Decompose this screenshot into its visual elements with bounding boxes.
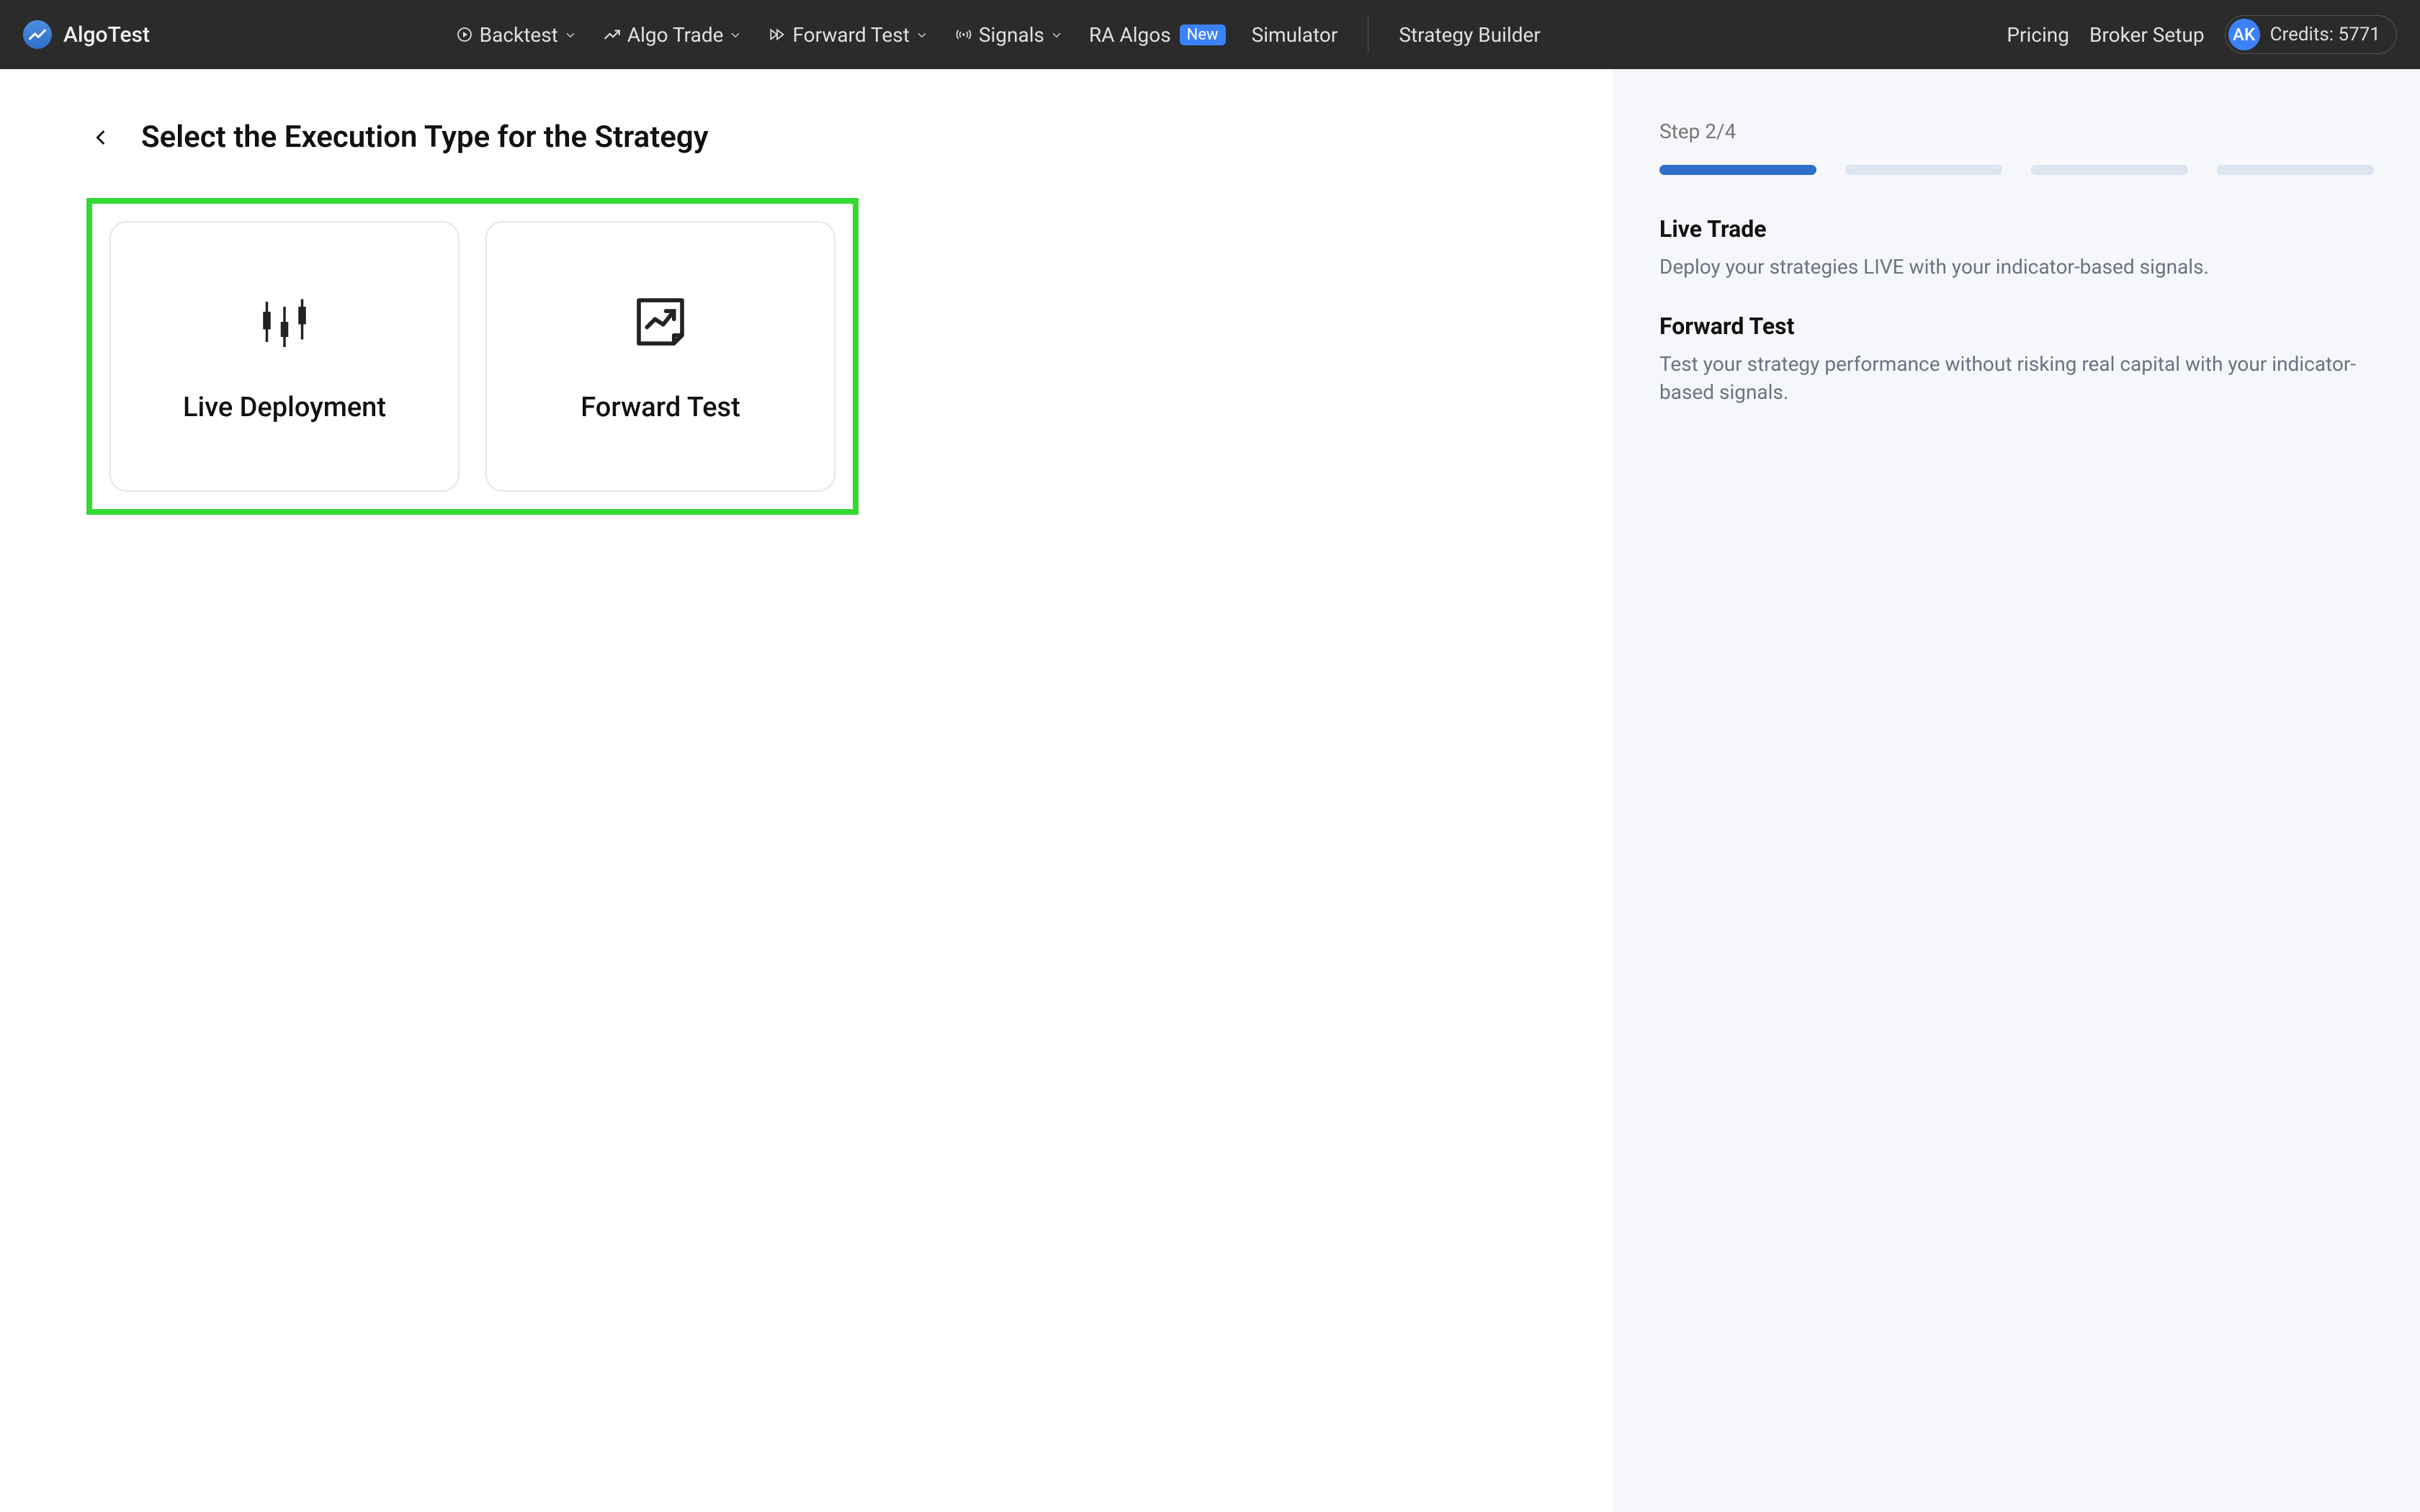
nav-item-label: Algo Trade	[627, 23, 724, 47]
nav-item-label: Forward Test	[792, 23, 909, 47]
nav-center: Backtest Algo Trade	[455, 17, 1541, 53]
options-highlight-box: Live Deployment Forward Test	[86, 198, 859, 515]
progress-segment-4	[2217, 165, 2374, 175]
nav-ra-algos[interactable]: RA Algos New	[1089, 23, 1226, 47]
chevron-down-icon	[729, 23, 742, 47]
main-content: Select the Execution Type for the Strate…	[0, 69, 1613, 1512]
back-button[interactable]	[86, 123, 115, 152]
section-body-forward-test: Test your strategy performance without r…	[1659, 350, 2374, 406]
nav-right: Pricing Broker Setup AK Credits: 5771	[2007, 15, 2397, 54]
sidebar-right: Step 2/4 Live Trade Deploy your strategi…	[1613, 69, 2420, 1512]
trend-up-icon	[603, 25, 622, 44]
section-body-live-trade: Deploy your strategies LIVE with your in…	[1659, 253, 2374, 281]
new-badge: New	[1180, 24, 1226, 45]
nav-backtest[interactable]: Backtest	[455, 23, 577, 47]
page-title: Select the Execution Type for the Strate…	[141, 120, 709, 155]
page-title-row: Select the Execution Type for the Strate…	[86, 120, 1527, 155]
card-label: Live Deployment	[183, 392, 386, 423]
candlestick-icon	[252, 289, 317, 354]
option-forward-test[interactable]: Forward Test	[485, 221, 835, 492]
nav-strategy-builder[interactable]: Strategy Builder	[1399, 23, 1541, 47]
nav-algo-trade[interactable]: Algo Trade	[603, 23, 743, 47]
card-label: Forward Test	[581, 392, 740, 423]
nav-item-label: Signals	[979, 23, 1044, 47]
nav-pricing[interactable]: Pricing	[2007, 23, 2069, 47]
nav-item-label: Broker Setup	[2089, 23, 2205, 47]
nav-item-label: Strategy Builder	[1399, 23, 1541, 47]
brand-logo-icon	[23, 20, 52, 49]
progress-segment-2	[1845, 165, 2002, 175]
broadcast-icon	[954, 25, 973, 44]
play-circle-icon	[455, 25, 474, 44]
section-title-live-trade: Live Trade	[1659, 215, 2374, 243]
credits-label: Credits: 5771	[2270, 24, 2380, 45]
chevron-down-icon	[1050, 23, 1063, 47]
option-live-deployment[interactable]: Live Deployment	[109, 221, 460, 492]
brand-name: AlgoTest	[63, 22, 150, 48]
section-title-forward-test: Forward Test	[1659, 312, 2374, 340]
chevron-down-icon	[915, 23, 928, 47]
nav-item-label: Pricing	[2007, 23, 2069, 47]
nav-item-label: RA Algos	[1089, 23, 1171, 47]
avatar: AK	[2228, 19, 2260, 50]
step-indicator: Step 2/4	[1659, 120, 2374, 143]
brand[interactable]: AlgoTest	[23, 20, 150, 49]
credits-pill[interactable]: AK Credits: 5771	[2225, 15, 2397, 54]
progress-segment-3	[2031, 165, 2188, 175]
progress-segment-1	[1659, 165, 1816, 175]
progress-bar	[1659, 165, 2374, 175]
chevron-down-icon	[564, 23, 577, 47]
nav-forward-test[interactable]: Forward Test	[768, 23, 928, 47]
nav-broker-setup[interactable]: Broker Setup	[2089, 23, 2205, 47]
nav-signals[interactable]: Signals	[954, 23, 1063, 47]
nav-simulator[interactable]: Simulator	[1252, 23, 1338, 47]
nav-item-label: Simulator	[1252, 23, 1338, 47]
chart-document-icon	[628, 289, 693, 354]
fast-forward-icon	[768, 25, 786, 44]
main-layout: Select the Execution Type for the Strate…	[0, 69, 2420, 1512]
app-header: AlgoTest Backtest Algo Trade	[0, 0, 2420, 69]
nav-item-label: Backtest	[480, 23, 558, 47]
